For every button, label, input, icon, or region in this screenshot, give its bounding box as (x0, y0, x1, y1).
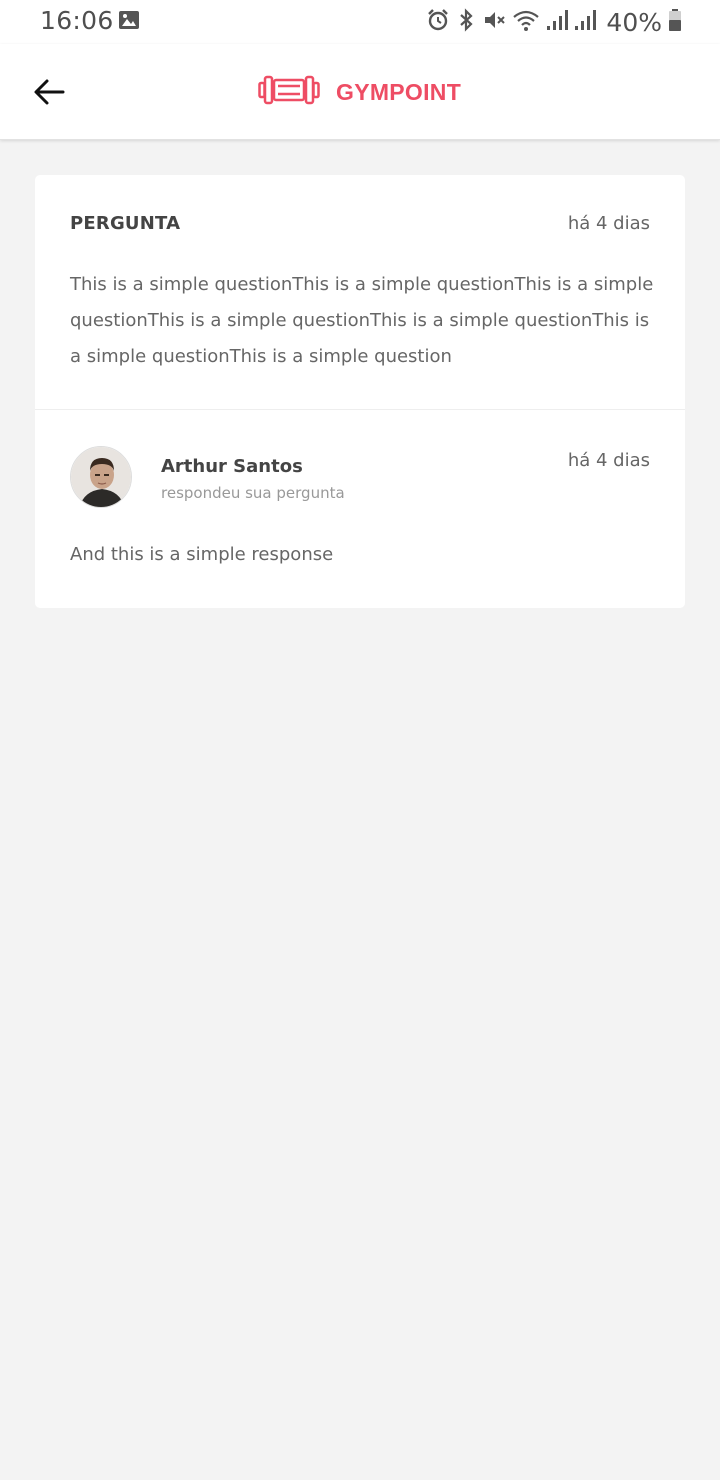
signal-icon (546, 8, 569, 36)
answer-author: Arthur Santos (161, 456, 303, 477)
mute-icon (482, 8, 506, 36)
question-label: PERGUNTA (70, 213, 181, 234)
answer-text: And this is a simple response (70, 544, 334, 565)
question-section: PERGUNTA há 4 dias This is a simple ques… (35, 175, 685, 410)
signal-icon (574, 8, 597, 36)
answer-section: Arthur Santos respondeu sua pergunta há … (35, 411, 685, 608)
battery-icon (668, 8, 682, 36)
answer-subtitle: respondeu sua pergunta (161, 484, 345, 502)
help-order-card: PERGUNTA há 4 dias This is a simple ques… (35, 175, 685, 608)
brand: GYMPOINT (258, 72, 461, 112)
brand-name: GYMPOINT (336, 78, 462, 105)
back-button[interactable] (30, 72, 70, 112)
avatar (70, 446, 132, 508)
alarm-icon (426, 8, 450, 36)
bluetooth-icon (456, 8, 476, 36)
wifi-icon (512, 8, 540, 36)
status-time: 16:06 (40, 6, 114, 35)
gallery-icon (118, 10, 140, 34)
battery-percent: 40% (606, 7, 662, 37)
answer-time: há 4 dias (567, 450, 650, 471)
app-header: GYMPOINT (0, 44, 720, 140)
status-bar: 16:06 40% (0, 0, 720, 44)
question-time: há 4 dias (567, 213, 650, 234)
question-text: This is a simple questionThis is a simpl… (70, 274, 654, 367)
status-icons: 40% (426, 6, 682, 38)
dumbbell-icon (258, 73, 320, 111)
arrow-left-icon (30, 79, 70, 116)
